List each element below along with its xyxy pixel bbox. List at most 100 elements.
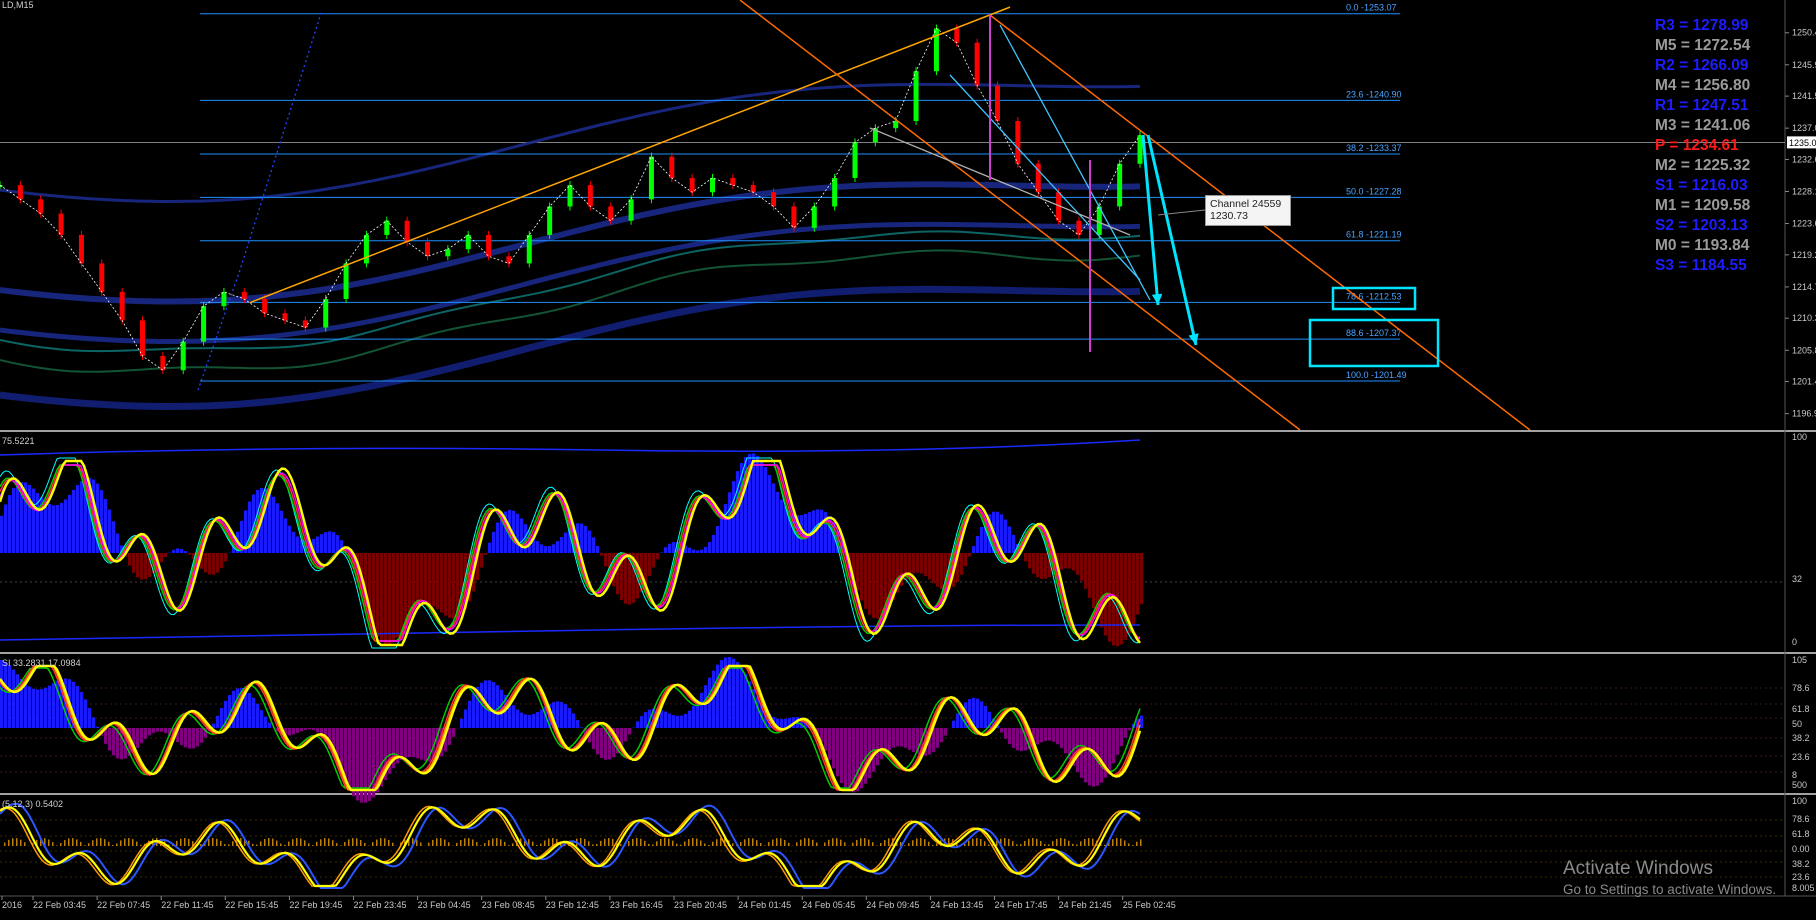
pane1-histogram [1024,553,1027,561]
ma-band-green [0,250,1140,371]
pane2-histogram [688,711,691,728]
pane2-histogram [560,702,563,728]
x-tick-label: 2016 [2,900,22,910]
pane2-histogram [940,728,943,742]
pane1-histogram [280,511,283,553]
pane2-histogram [452,728,455,737]
pane3-histogram [72,838,74,846]
pane2-histogram [840,728,843,783]
pane2-histogram [28,687,31,728]
pane1-histogram [436,553,439,609]
pane3-histogram [808,838,810,846]
pane1-histogram [220,553,223,568]
pane2-histogram [744,674,747,728]
pane3-histogram [744,839,746,846]
pane3-histogram [384,838,386,846]
pane2-histogram [468,701,471,728]
pane3-histogram [212,838,214,846]
pane2-histogram [184,728,187,747]
pane3-histogram [88,843,90,846]
pane1-histogram [376,553,379,637]
pane3-histogram [252,844,254,846]
y-tick-label: 1210.3 [1792,313,1816,323]
pane1-histogram [8,495,11,553]
pane2-histogram [180,728,183,745]
pane3-histogram [536,845,538,846]
pane1-histogram [276,503,279,553]
pane3-histogram [652,845,654,846]
pane1-histogram [716,526,719,553]
pane3-histogram [680,845,682,846]
pane1-histogram [452,553,455,619]
pane1-histogram [768,475,771,553]
pane3-histogram [660,839,662,846]
pane3-label: (5,12,3) 0.5402 [2,799,63,809]
chart-svg[interactable]: 1250.41245.91241.51237.01232.61228.11223… [0,0,1816,915]
pane2-histogram [936,728,939,748]
pane2-histogram [640,716,643,728]
pane1-histogram [1084,553,1087,589]
y-tick-label: 1237.0 [1792,123,1816,133]
pane1-histogram [560,537,563,553]
pane3-histogram [332,840,334,846]
current-price-tag: 1235.0 [1789,138,1816,148]
pane3-histogram [256,845,258,846]
pane2-histogram [472,693,475,728]
pane3-histogram [140,845,142,846]
pane3-histogram [584,839,586,846]
pane1-histogram [536,541,539,553]
pane3-histogram [504,842,506,846]
pane1-histogram [432,553,435,607]
candle-body [1015,121,1020,164]
trading-chart[interactable]: 1250.41245.91241.51237.01232.61228.11223… [0,0,1816,915]
pane3-histogram [972,839,974,846]
pane2-histogram [780,719,783,728]
pane3-histogram [1080,841,1082,846]
pane2-histogram [784,719,787,728]
pane2-histogram [44,688,47,728]
pane3-histogram [1016,844,1018,846]
pane3-histogram [272,839,274,846]
pane3-histogram [828,840,830,846]
pane3-histogram [100,838,102,846]
pane1-histogram [604,553,607,566]
pane3-histogram [976,838,978,846]
y-tick-label: 1214.7 [1792,282,1816,292]
pane1-histogram [760,460,763,553]
pane3-histogram [936,843,938,846]
candle-body [99,263,104,291]
pane3-histogram [764,845,766,846]
pane1-histogram [68,495,71,553]
pane3-histogram [968,841,970,846]
pane2-histogram [624,728,627,741]
pane3-histogram [64,840,66,846]
pane2-histogram [888,728,891,750]
x-tick-label: 23 Feb 16:45 [610,900,663,910]
pane2-histogram [200,728,203,743]
pane1-histogram [624,553,627,604]
pane3-histogram [712,842,714,846]
pane2-histogram [4,662,7,728]
pane1-histogram [160,553,163,562]
fib-level-label: 23.6 -1240.90 [1346,89,1402,99]
pane2-histogram [0,660,3,728]
pane2-histogram [296,728,299,733]
pane1-histogram [936,553,939,587]
pane2-axis-label: 23.6 [1792,752,1810,762]
x-tick-label: 24 Feb 13:45 [930,900,983,910]
pane1-histogram [1132,553,1135,624]
pane3-histogram [92,840,94,846]
pane1-histogram [776,492,779,553]
pane3-signal-orange [0,806,1140,886]
pane2-histogram [1056,728,1059,744]
candle-body [547,206,552,234]
pane3-histogram [548,839,550,846]
pane3-histogram [996,841,998,846]
pane2-histogram [980,701,983,728]
pane2-histogram [400,728,403,760]
pane3-histogram [96,838,98,846]
pane1-histogram [600,553,603,556]
candle-body [812,206,817,227]
pane2-histogram [740,667,743,728]
pane2-histogram [1000,728,1003,733]
